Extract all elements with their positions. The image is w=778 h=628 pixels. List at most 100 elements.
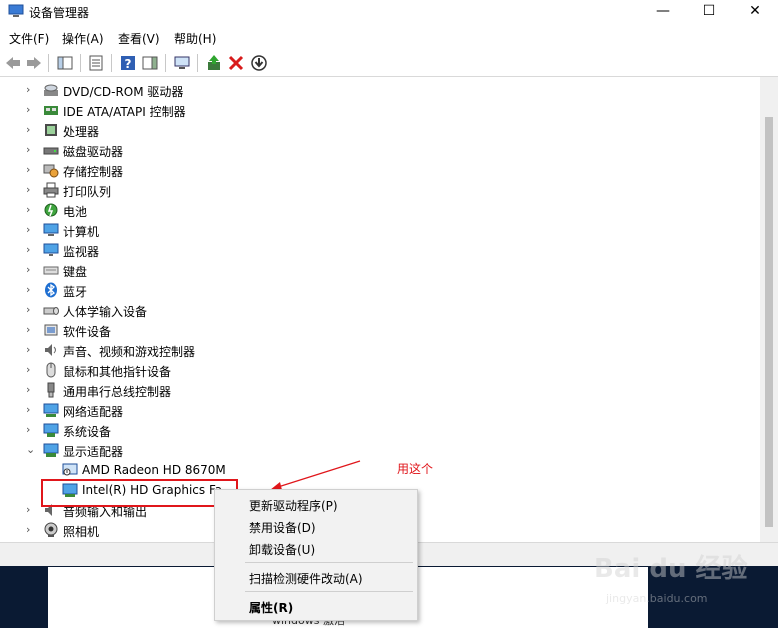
- chevron-right-icon[interactable]: ›: [26, 264, 36, 276]
- scan-hardware-menu-item[interactable]: 扫描检测硬件改动(A): [249, 570, 363, 587]
- mouse-icon: [46, 362, 56, 378]
- back-arrow-icon[interactable]: [4, 54, 22, 72]
- properties-menu-item[interactable]: 属性(R): [249, 599, 293, 616]
- battery-icon: [44, 203, 58, 217]
- monitor-icon: [43, 243, 59, 256]
- tree-item[interactable]: ⌄ 显示适配器: [0, 440, 750, 460]
- maximize-button[interactable]: ☐: [686, 0, 732, 24]
- menu-view[interactable]: 查看(V): [118, 30, 160, 47]
- display-adapter-warning-icon: [62, 463, 78, 476]
- chevron-right-icon[interactable]: ›: [26, 184, 36, 196]
- chevron-right-icon[interactable]: ›: [26, 304, 36, 316]
- download-circle-icon[interactable]: [250, 54, 268, 72]
- toolbar: ?: [0, 50, 778, 77]
- chevron-right-icon[interactable]: ›: [26, 144, 36, 156]
- tree-item[interactable]: › IDE ATA/ATAPI 控制器: [0, 100, 750, 120]
- toolbar-separator: [80, 54, 81, 72]
- tree-item-label: 蓝牙: [63, 285, 88, 299]
- chevron-right-icon[interactable]: ›: [26, 204, 36, 216]
- tree-item[interactable]: › 磁盘驱动器: [0, 140, 750, 160]
- watermark: Bai du 经验 jingyan.baidu.com: [594, 548, 764, 610]
- properties-sheet-icon[interactable]: [87, 54, 105, 72]
- tree-item[interactable]: › 系统设备: [0, 420, 750, 440]
- chevron-right-icon[interactable]: ›: [26, 344, 36, 356]
- chevron-right-icon[interactable]: ›: [26, 104, 36, 116]
- svg-text:?: ?: [125, 57, 132, 71]
- menu-help[interactable]: 帮助(H): [174, 30, 216, 47]
- computer-icon: [43, 223, 59, 236]
- tree-item-label: 系统设备: [63, 425, 112, 439]
- tree-item[interactable]: › 声音、视频和游戏控制器: [0, 340, 750, 360]
- system-device-icon: [43, 423, 59, 437]
- hid-icon: [43, 307, 59, 315]
- tree-item[interactable]: › 软件设备: [0, 320, 750, 340]
- window-title: 设备管理器: [29, 6, 90, 20]
- tree-item-label: 监视器: [63, 245, 100, 259]
- tree-item[interactable]: › 蓝牙: [0, 280, 750, 300]
- chevron-right-icon[interactable]: ›: [26, 284, 36, 296]
- update-driver-icon[interactable]: [205, 54, 223, 72]
- tree-child-label: AMD Radeon HD 8670M: [82, 463, 226, 477]
- tree-item[interactable]: › 电池: [0, 200, 750, 220]
- uninstall-device-menu-item[interactable]: 卸载设备(U): [249, 541, 315, 558]
- chevron-right-icon[interactable]: ›: [26, 504, 36, 516]
- tree-child-item[interactable]: AMD Radeon HD 8670M: [0, 460, 750, 480]
- chevron-down-icon[interactable]: ⌄: [26, 444, 36, 456]
- disable-device-menu-item[interactable]: 禁用设备(D): [249, 519, 316, 536]
- tree-item[interactable]: › 计算机: [0, 220, 750, 240]
- device-tree[interactable]: › DVD/CD-ROM 驱动器 › IDE ATA/ATAPI 控制器 › 处…: [0, 77, 760, 542]
- uninstall-x-icon[interactable]: [227, 54, 245, 72]
- show-hide-tree-icon[interactable]: [56, 54, 74, 72]
- processor-icon: [45, 124, 57, 136]
- tree-item-label: 鼠标和其他指针设备: [63, 365, 172, 379]
- tree-item-label: 计算机: [63, 225, 100, 239]
- minimize-button[interactable]: —: [640, 0, 686, 24]
- device-manager-icon: [8, 4, 24, 17]
- tree-item-label: 存储控制器: [63, 165, 124, 179]
- update-driver-menu-item[interactable]: 更新驱动程序(P): [249, 497, 338, 514]
- tree-item-label: IDE ATA/ATAPI 控制器: [63, 105, 186, 119]
- close-button[interactable]: ✕: [732, 0, 778, 24]
- tree-item[interactable]: › DVD/CD-ROM 驱动器: [0, 80, 750, 100]
- vertical-scrollbar[interactable]: [760, 77, 778, 542]
- chevron-right-icon[interactable]: ›: [26, 424, 36, 436]
- scan-hardware-icon[interactable]: [173, 54, 191, 72]
- context-menu: 更新驱动程序(P) 禁用设备(D) 卸载设备(U) 扫描检测硬件改动(A) 属性…: [214, 489, 418, 621]
- chevron-right-icon[interactable]: ›: [26, 524, 36, 536]
- tree-item-label: 磁盘驱动器: [63, 145, 124, 159]
- tree-item[interactable]: › 存储控制器: [0, 160, 750, 180]
- chevron-right-icon[interactable]: ›: [26, 364, 36, 376]
- tree-item-label: 人体学输入设备: [63, 305, 148, 319]
- chevron-right-icon[interactable]: ›: [26, 404, 36, 416]
- tree-item[interactable]: › 键盘: [0, 260, 750, 280]
- chevron-right-icon[interactable]: ›: [26, 84, 36, 96]
- chevron-right-icon[interactable]: ›: [26, 384, 36, 396]
- toolbar-separator: [111, 54, 112, 72]
- action-pane-icon[interactable]: [141, 54, 159, 72]
- menu-action[interactable]: 操作(A): [62, 30, 104, 47]
- chevron-right-icon[interactable]: ›: [26, 124, 36, 136]
- menu-file[interactable]: 文件(F): [9, 30, 49, 47]
- tree-item[interactable]: › 鼠标和其他指针设备: [0, 360, 750, 380]
- help-icon[interactable]: ?: [119, 54, 137, 72]
- tree-item-label: 网络适配器: [63, 405, 124, 419]
- scrollbar-thumb[interactable]: [765, 117, 773, 527]
- tree-item[interactable]: › 监视器: [0, 240, 750, 260]
- display-adapter-icon: [43, 443, 59, 457]
- tree-item[interactable]: › 打印队列: [0, 180, 750, 200]
- disk-drive-icon: [43, 147, 59, 155]
- chevron-right-icon[interactable]: ›: [26, 324, 36, 336]
- toolbar-separator: [165, 54, 166, 72]
- tree-item[interactable]: › 网络适配器: [0, 400, 750, 420]
- tree-item[interactable]: › 处理器: [0, 120, 750, 140]
- tree-item-label: 打印队列: [63, 185, 112, 199]
- chevron-right-icon[interactable]: ›: [26, 164, 36, 176]
- chevron-right-icon[interactable]: ›: [26, 224, 36, 236]
- chevron-right-icon[interactable]: ›: [26, 244, 36, 256]
- menu-bar: 文件(F) 操作(A) 查看(V) 帮助(H): [0, 26, 778, 48]
- ide-controller-icon: [44, 106, 58, 115]
- tree-item[interactable]: › 人体学输入设备: [0, 300, 750, 320]
- forward-arrow-icon[interactable]: [25, 54, 43, 72]
- tree-item-label: 照相机: [63, 525, 100, 539]
- tree-item[interactable]: › 通用串行总线控制器: [0, 380, 750, 400]
